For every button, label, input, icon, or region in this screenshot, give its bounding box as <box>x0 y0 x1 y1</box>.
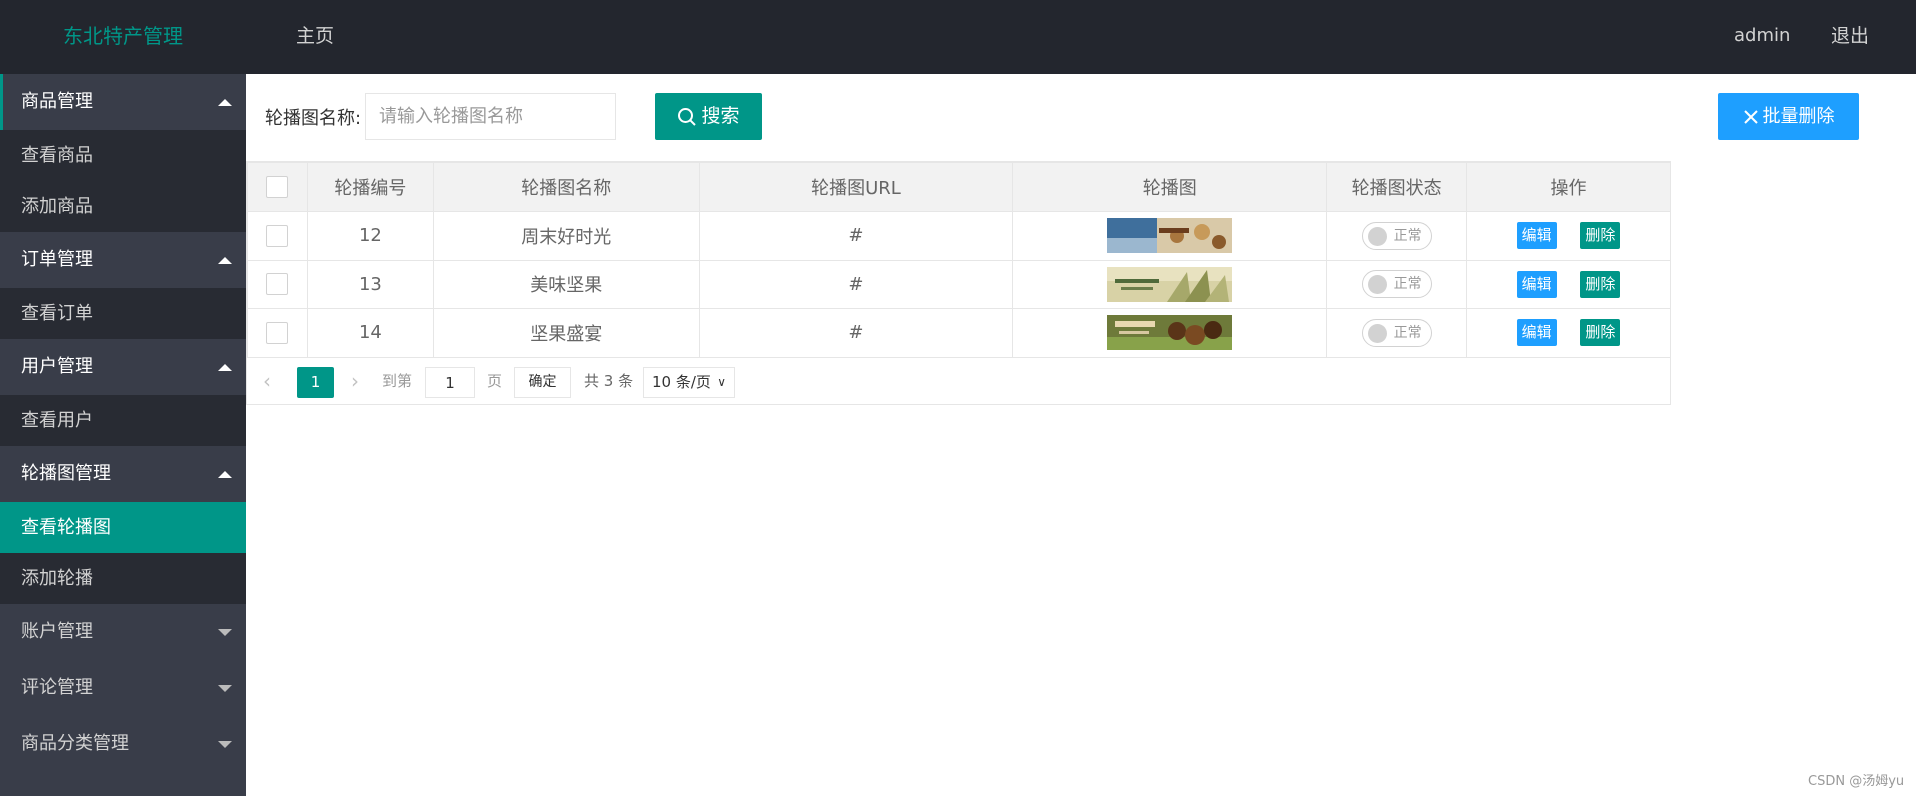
search-button-label: 搜索 <box>701 105 740 127</box>
menu-group-label: 评论管理 <box>21 677 93 698</box>
page-size-value: 10 条/页 <box>652 373 711 391</box>
search-input[interactable] <box>365 93 616 140</box>
prev-page-icon[interactable]: ‹ <box>263 358 271 405</box>
menu-group-label: 订单管理 <box>21 249 93 270</box>
goto-label: 到第 <box>382 372 413 390</box>
cell-name: 坚果盛宴 <box>432 308 700 358</box>
cell-id: 14 <box>306 308 434 358</box>
row-checkbox[interactable] <box>266 273 289 296</box>
sidebar-item-view-goods[interactable]: 查看商品 <box>0 130 246 181</box>
table-row: 14 坚果盛宴 # 正常 编辑 删除 <box>247 308 1671 358</box>
sidebar: 商品管理 查看商品 添加商品 订单管理 查看订单 用户管理 查看用户 轮播图管理… <box>0 74 246 796</box>
user-name[interactable]: admin <box>1734 0 1790 74</box>
menu-group-categories[interactable]: 商品分类管理 <box>0 716 246 772</box>
current-page-button[interactable]: 1 <box>297 367 334 398</box>
column-header-url: 轮播图URL <box>698 162 1014 212</box>
column-header-status: 轮播图状态 <box>1326 162 1468 212</box>
menu-group-label: 商品分类管理 <box>21 733 129 754</box>
menu-group-orders[interactable]: 订单管理 <box>0 232 246 288</box>
total-count: 共 3 条 <box>584 372 634 390</box>
caret-down-icon <box>218 741 232 748</box>
edit-button[interactable]: 编辑 <box>1516 270 1557 298</box>
pagination: ‹ 1 › 到第 页 确定 共 3 条 10 条/页 ∨ <box>247 358 1670 405</box>
status-text: 正常 <box>1393 276 1422 293</box>
page-size-select[interactable]: 10 条/页 ∨ <box>643 367 735 398</box>
carousel-table: 轮播编号 轮播图名称 轮播图URL 轮播图 轮播图状态 操作 12 周末好时光 … <box>246 161 1671 405</box>
page-unit-label: 页 <box>487 372 503 390</box>
edit-button[interactable]: 编辑 <box>1516 319 1557 347</box>
search-button[interactable]: 搜索 <box>655 93 762 140</box>
menu-group-goods[interactable]: 商品管理 <box>0 74 246 130</box>
watermark: CSDN @汤姆yu <box>1808 774 1905 789</box>
row-checkbox[interactable] <box>266 224 289 247</box>
column-header-image: 轮播图 <box>1012 162 1328 212</box>
column-header-actions: 操作 <box>1466 162 1671 212</box>
table-row: 12 周末好时光 # 正常 编辑 删除 <box>247 211 1671 261</box>
sidebar-item-view-orders[interactable]: 查看订单 <box>0 288 246 339</box>
caret-down-icon <box>218 629 232 636</box>
cell-url: # <box>698 259 1014 309</box>
caret-up-icon <box>218 99 232 106</box>
menu-group-label: 账户管理 <box>21 621 93 642</box>
batch-delete-label: 批量删除 <box>1762 106 1835 127</box>
column-header-id: 轮播编号 <box>306 162 434 212</box>
delete-button[interactable]: 删除 <box>1580 222 1621 250</box>
caret-up-icon <box>218 471 232 478</box>
caret-up-icon <box>218 364 232 371</box>
menu-group-label: 轮播图管理 <box>21 463 111 484</box>
row-checkbox[interactable] <box>266 321 289 344</box>
cell-name: 美味坚果 <box>432 259 700 309</box>
select-all-checkbox[interactable] <box>266 176 289 198</box>
logout-link[interactable]: 退出 <box>1831 0 1869 74</box>
close-icon <box>1743 110 1758 124</box>
status-toggle[interactable]: 正常 <box>1361 318 1432 347</box>
caret-down-icon <box>218 685 232 692</box>
sidebar-item-view-carousel[interactable]: 查看轮播图 <box>0 502 246 553</box>
carousel-thumbnail <box>1107 218 1233 254</box>
menu-group-accounts[interactable]: 账户管理 <box>0 604 246 660</box>
app-logo[interactable]: 东北特产管理 <box>0 0 246 74</box>
status-toggle[interactable]: 正常 <box>1361 270 1432 299</box>
cell-name: 周末好时光 <box>432 211 700 261</box>
sidebar-item-view-users[interactable]: 查看用户 <box>0 395 246 446</box>
status-text: 正常 <box>1393 227 1422 244</box>
menu-group-comments[interactable]: 评论管理 <box>0 660 246 716</box>
status-text: 正常 <box>1393 324 1422 341</box>
header-checkbox-cell <box>247 162 308 212</box>
carousel-thumbnail <box>1107 266 1233 302</box>
chevron-down-icon: ∨ <box>717 375 726 389</box>
goto-page-input[interactable] <box>425 367 475 398</box>
goto-confirm-button[interactable]: 确定 <box>514 367 571 398</box>
search-icon <box>678 107 697 126</box>
carousel-thumbnail <box>1107 315 1233 351</box>
menu-group-label: 商品管理 <box>21 91 93 112</box>
delete-button[interactable]: 删除 <box>1580 270 1621 298</box>
nav-home-link[interactable]: 主页 <box>296 0 334 74</box>
top-header: 东北特产管理 主页 admin 退出 <box>0 0 1916 74</box>
sidebar-item-add-carousel[interactable]: 添加轮播 <box>0 553 246 604</box>
next-page-icon[interactable]: › <box>351 358 359 405</box>
cell-id: 12 <box>306 211 434 261</box>
cell-url: # <box>698 308 1014 358</box>
table-row: 13 美味坚果 # 正常 编辑 删除 <box>247 259 1671 309</box>
cell-id: 13 <box>306 259 434 309</box>
search-label: 轮播图名称: <box>265 108 362 129</box>
edit-button[interactable]: 编辑 <box>1516 222 1557 250</box>
menu-group-label: 用户管理 <box>21 356 93 377</box>
delete-button[interactable]: 删除 <box>1580 319 1621 347</box>
cell-url: # <box>698 211 1014 261</box>
status-toggle[interactable]: 正常 <box>1361 221 1432 250</box>
batch-delete-button[interactable]: 批量删除 <box>1718 93 1859 140</box>
menu-group-users[interactable]: 用户管理 <box>0 339 246 395</box>
caret-up-icon <box>218 257 232 264</box>
sidebar-item-add-goods[interactable]: 添加商品 <box>0 181 246 232</box>
menu-group-carousel[interactable]: 轮播图管理 <box>0 446 246 502</box>
column-header-name: 轮播图名称 <box>432 162 700 212</box>
table-header-row: 轮播编号 轮播图名称 轮播图URL 轮播图 轮播图状态 操作 <box>247 162 1671 212</box>
